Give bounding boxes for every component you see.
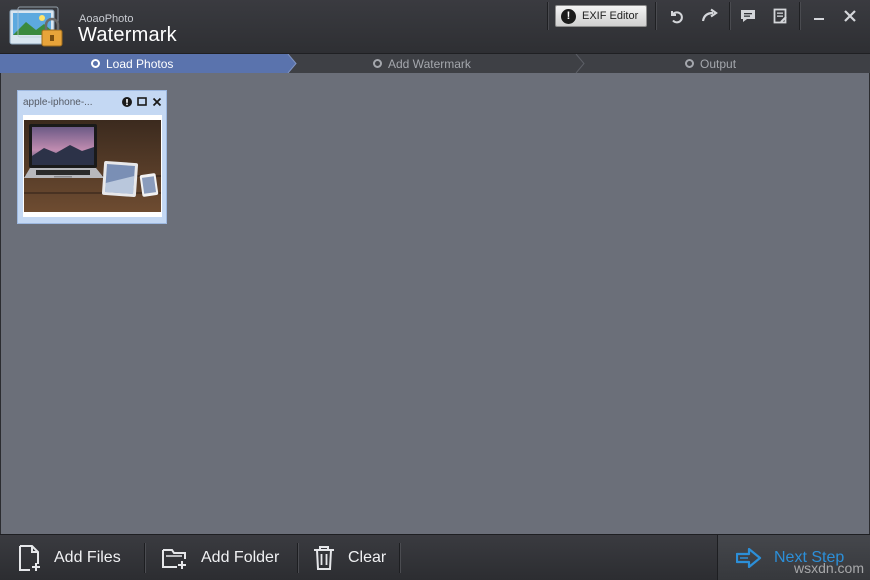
undo-icon	[671, 11, 683, 24]
clear-label: Clear	[348, 549, 387, 566]
add-files-button[interactable]: Add Files	[18, 535, 121, 580]
exclamation-icon: !	[561, 8, 576, 24]
arrow-right-icon	[736, 544, 762, 572]
exif-editor-button[interactable]: ! EXIF Editor	[555, 5, 647, 27]
app-logo-icon	[9, 6, 63, 47]
step-dot-icon	[685, 59, 694, 68]
step-label: Output	[700, 56, 737, 71]
trash-icon	[312, 544, 336, 572]
minimize-button[interactable]	[804, 3, 834, 29]
redo-icon	[701, 8, 718, 22]
title-bar: AoaoPhoto Watermark ! EXIF Editor	[0, 0, 870, 54]
chat-bubble-icon	[741, 9, 755, 22]
close-button[interactable]	[835, 3, 865, 29]
photo-workspace[interactable]: apple-iphone-...	[1, 73, 869, 534]
separator	[144, 543, 145, 573]
undo-button[interactable]	[661, 3, 691, 29]
photo-thumbnail	[24, 120, 161, 212]
step-output[interactable]: Output	[685, 54, 736, 73]
close-icon	[844, 10, 856, 22]
add-file-icon	[18, 544, 42, 572]
maximize-icon	[136, 97, 147, 106]
add-folder-icon	[161, 544, 189, 572]
photo-item[interactable]: apple-iphone-...	[17, 90, 167, 224]
feedback-button[interactable]	[733, 3, 763, 29]
step-label: Load Photos	[106, 56, 174, 71]
photo-preview-button[interactable]	[136, 96, 147, 107]
add-folder-label: Add Folder	[201, 549, 280, 566]
close-icon	[152, 97, 161, 106]
exif-editor-label: EXIF Editor	[582, 10, 639, 22]
register-button[interactable]	[765, 3, 795, 29]
site-watermark: wsxdn.com	[793, 560, 864, 576]
step-add-watermark[interactable]: Add Watermark	[373, 54, 471, 73]
clear-button[interactable]: Clear	[312, 535, 386, 580]
photo-filename: apple-iphone-...	[23, 97, 93, 108]
separator	[729, 2, 730, 30]
photo-info-button[interactable]	[121, 96, 132, 107]
photo-remove-button[interactable]	[151, 96, 162, 107]
bottom-toolbar: Add Files Add Folder Clear Next Step wsx…	[0, 534, 870, 580]
step-label: Add Watermark	[388, 56, 471, 71]
wizard-steps: Load Photos Add Watermark Output	[0, 54, 870, 73]
separator	[297, 543, 298, 573]
edit-document-icon	[773, 8, 787, 24]
info-icon	[121, 96, 132, 107]
step-dot-icon	[91, 59, 100, 68]
add-files-label: Add Files	[54, 549, 121, 566]
separator	[655, 2, 656, 30]
brand-name-title: Watermark	[78, 24, 177, 46]
add-folder-button[interactable]: Add Folder	[161, 535, 279, 580]
separator	[399, 543, 400, 573]
photo-thumbnail-frame	[23, 115, 162, 217]
separator	[799, 2, 800, 30]
step-load-photos[interactable]: Load Photos	[91, 54, 173, 73]
minimize-icon	[814, 18, 824, 20]
separator	[547, 2, 548, 30]
redo-button[interactable]	[695, 3, 725, 29]
photo-item-actions	[121, 96, 162, 107]
step-dot-icon	[373, 59, 382, 68]
